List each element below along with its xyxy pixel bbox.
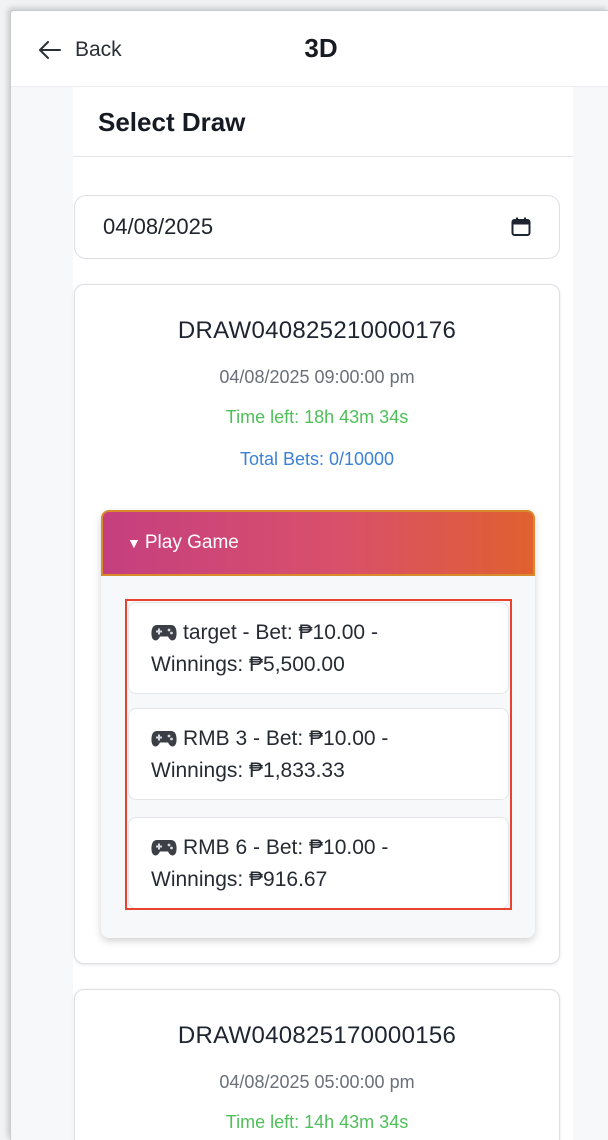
top-bar: Back 3D	[11, 11, 608, 87]
date-value: 04/08/2025	[103, 214, 214, 239]
draw-datetime: 04/08/2025 05:00:00 pm	[219, 1072, 415, 1092]
time-left: Time left: 18h 43m 34s	[225, 407, 409, 427]
time-left: Time left: 14h 43m 34s	[225, 1112, 409, 1132]
page-title: 3D	[304, 33, 338, 63]
draw-panel: Select Draw 04/08/2025 DRAW0408252100001…	[73, 87, 573, 1140]
play-game-toggle[interactable]: ▼ Play Game	[101, 510, 535, 576]
draw-card: DRAW040825170000156 04/08/2025 05:00:00 …	[74, 989, 560, 1140]
caret-down-icon: ▼	[127, 535, 141, 551]
date-input[interactable]: 04/08/2025	[74, 195, 560, 259]
total-bets: Total Bets: 0/10000	[239, 449, 395, 469]
calendar-icon[interactable]	[511, 217, 531, 237]
highlight-box	[125, 599, 512, 910]
draw-datetime: 04/08/2025 09:00:00 pm	[219, 367, 415, 387]
draw-id: DRAW040825210000176	[177, 317, 457, 344]
draw-card: DRAW040825210000176 04/08/2025 09:00:00 …	[74, 284, 560, 964]
play-game-dropdown: ▼ Play Game target - Bet: ₱10.00 - Winni…	[101, 510, 535, 938]
draw-id: DRAW040825170000156	[177, 1022, 457, 1049]
play-game-label: Play Game	[144, 532, 239, 553]
app-frame: Back 3D Select Draw 04/08/2025 DRAW04082…	[10, 10, 608, 1140]
section-title: Select Draw	[73, 87, 573, 157]
